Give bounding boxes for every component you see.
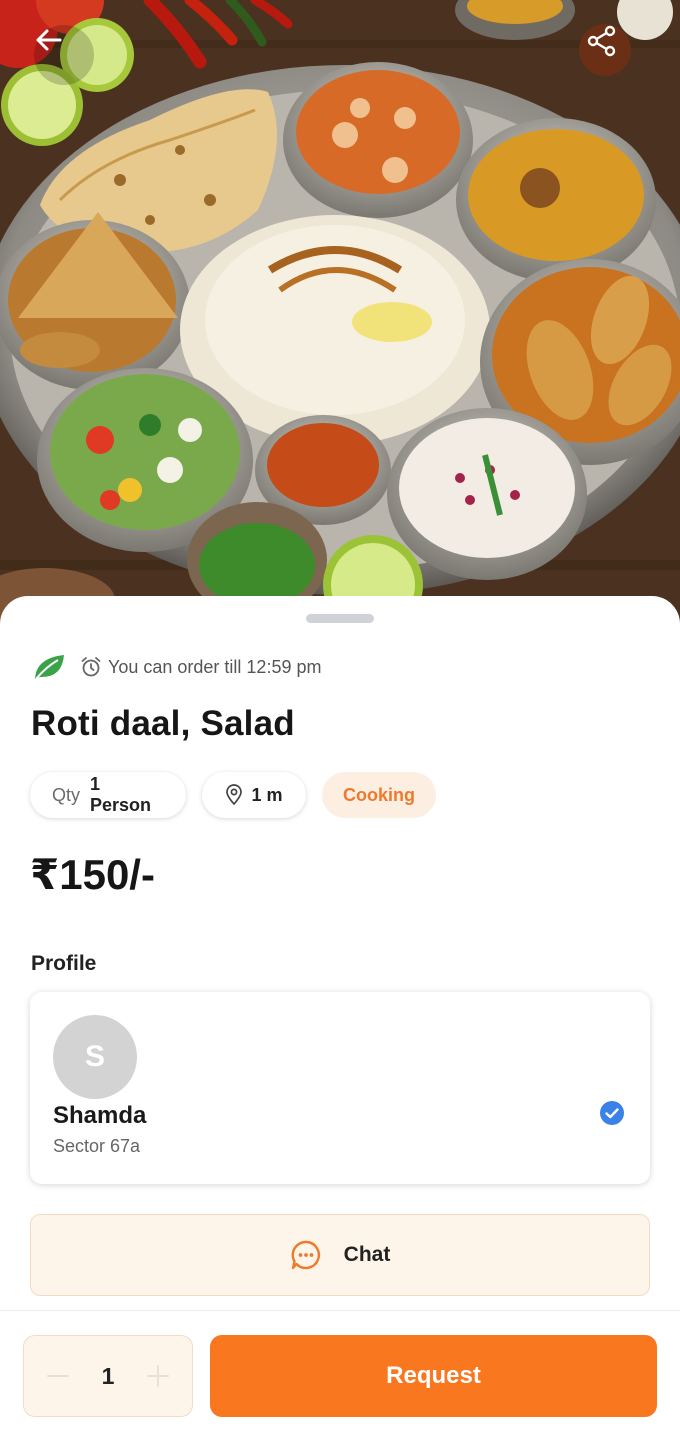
distance-value: 1 m (251, 784, 283, 805)
chat-button-label: Chat (343, 1243, 391, 1266)
thali-illustration (0, 0, 680, 640)
decrement-button[interactable] (44, 1362, 72, 1390)
meal-info-chips: Qty 1 Person 1 m Cooking (30, 772, 452, 818)
chat-bubble-icon (291, 1240, 320, 1270)
verified-check-icon (600, 1101, 624, 1125)
alarm-clock-icon (81, 657, 101, 677)
chat-button[interactable]: Chat (30, 1214, 650, 1296)
back-button[interactable] (34, 25, 94, 85)
avatar: S (53, 1015, 137, 1099)
order-deadline-text: You can order till 12:59 pm (108, 656, 322, 677)
profile-card[interactable]: S Shamda Sector 67a (30, 992, 650, 1184)
quantity-label: Qty (52, 784, 81, 805)
request-button[interactable]: Request (210, 1335, 657, 1417)
profile-location: Sector 67a (53, 1136, 141, 1156)
quantity-chip: Qty 1 Person (30, 772, 186, 818)
quantity-value-display: 1 (101, 1362, 115, 1389)
distance-chip: 1 m (202, 772, 306, 818)
status-badge: Cooking (322, 772, 436, 818)
minus-icon (47, 1375, 69, 1377)
sheet-drag-handle[interactable] (306, 614, 374, 623)
quantity-value: 1 Person (90, 774, 152, 815)
plus-icon (146, 1365, 169, 1387)
location-pin-icon (226, 784, 243, 806)
order-bottom-bar: 1 Request (0, 1310, 680, 1440)
hero-food-image (0, 0, 680, 640)
leaf-icon (35, 655, 64, 680)
quantity-stepper[interactable]: 1 (23, 1335, 193, 1417)
dish-title: Roti daal, Salad (31, 704, 295, 743)
price: ₹150/- (30, 851, 155, 898)
increment-button[interactable] (144, 1362, 172, 1390)
profile-section-label: Profile (31, 952, 97, 975)
arrow-left-icon (36, 29, 62, 51)
profile-name: Shamda (53, 1102, 147, 1129)
share-icon (587, 25, 616, 57)
share-button[interactable] (586, 25, 646, 85)
order-deadline-row: You can order till 12:59 pm (32, 652, 321, 682)
